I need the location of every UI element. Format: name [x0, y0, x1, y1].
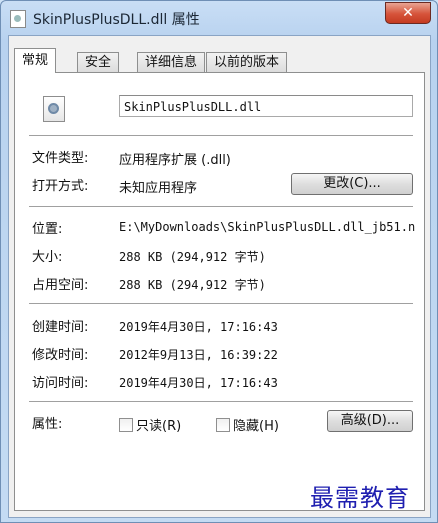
advanced-button[interactable]: 高级(D)... — [327, 410, 413, 432]
properties-window: SkinPlusPlusDLL.dll 属性 ✕ 常规 安全 详细信息 以前的版… — [0, 0, 438, 523]
separator — [29, 135, 413, 137]
size-label: 大小: — [32, 250, 63, 265]
created-label: 创建时间: — [32, 320, 89, 335]
accessed-label: 访问时间: — [32, 376, 89, 391]
file-type-value: 应用程序扩展 (.dll) — [119, 153, 231, 168]
created-value: 2019年4月30日, 17:16:43 — [119, 320, 278, 334]
window-title: SkinPlusPlusDLL.dll 属性 — [33, 12, 200, 28]
location-label: 位置: — [32, 222, 63, 237]
separator — [29, 401, 413, 403]
dll-file-icon — [43, 96, 65, 122]
size-on-disk-label: 占用空间: — [32, 278, 89, 293]
tab-previous-versions[interactable]: 以前的版本 — [206, 52, 288, 72]
dialog-body: 常规 安全 详细信息 以前的版本 SkinPlusPlusDLL.dll 文件类… — [8, 35, 431, 518]
size-on-disk-value: 288 KB (294,912 字节) — [119, 278, 266, 292]
checkbox-box[interactable] — [119, 418, 133, 432]
file-type-label: 文件类型: — [32, 151, 89, 166]
opens-with-value: 未知应用程序 — [119, 181, 198, 196]
readonly-label: 只读(R) — [136, 419, 182, 434]
checkbox-box[interactable] — [216, 418, 230, 432]
tab-security[interactable]: 安全 — [77, 52, 120, 72]
separator — [29, 303, 413, 305]
accessed-value: 2019年4月30日, 17:16:43 — [119, 376, 278, 390]
modified-label: 修改时间: — [32, 348, 89, 363]
filename-field[interactable]: SkinPlusPlusDLL.dll — [119, 95, 413, 117]
location-value: E:\MyDownloads\SkinPlusPlusDLL.dll_jb51.… — [119, 220, 416, 234]
tab-details[interactable]: 详细信息 — [137, 52, 206, 72]
size-value: 288 KB (294,912 字节) — [119, 250, 266, 264]
separator — [29, 206, 413, 208]
readonly-checkbox[interactable]: 只读(R) — [119, 415, 181, 434]
change-button[interactable]: 更改(C)... — [291, 173, 413, 195]
hidden-checkbox[interactable]: 隐藏(H) — [216, 415, 279, 434]
modified-value: 2012年9月13日, 16:39:22 — [119, 348, 278, 362]
opens-with-label: 打开方式: — [32, 179, 89, 194]
hidden-label: 隐藏(H) — [233, 419, 279, 434]
attributes-label: 属性: — [32, 417, 63, 432]
dll-file-icon — [10, 10, 26, 28]
watermark: 最需教育 — [310, 484, 410, 512]
tab-general[interactable]: 常规 — [14, 48, 57, 73]
general-panel: SkinPlusPlusDLL.dll 文件类型: 应用程序扩展 (.dll) … — [14, 72, 425, 511]
close-button[interactable]: ✕ — [385, 2, 431, 24]
title-bar[interactable]: SkinPlusPlusDLL.dll 属性 ✕ — [1, 1, 437, 35]
